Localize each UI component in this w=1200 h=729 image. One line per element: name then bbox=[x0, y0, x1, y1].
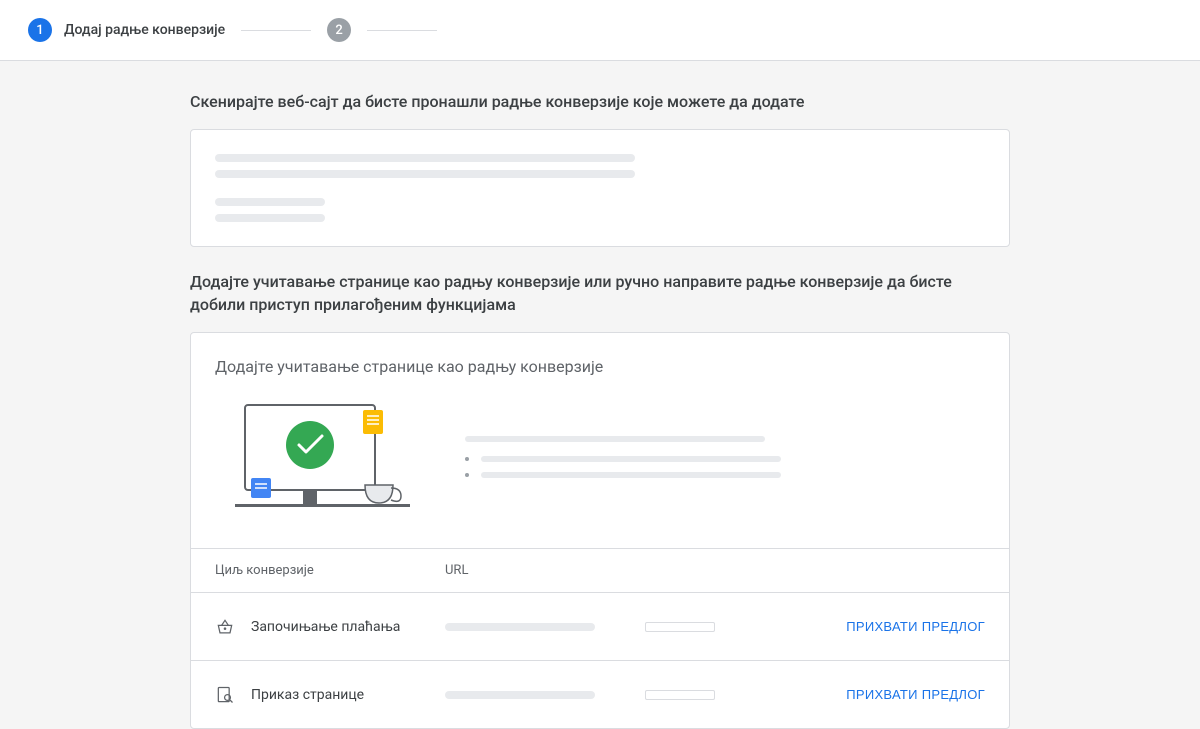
accept-suggestion-button[interactable]: ПРИХВАТИ ПРЕДЛОГ bbox=[846, 611, 985, 642]
table-header: Циљ конверзије URL bbox=[191, 548, 1009, 592]
placeholder-line bbox=[215, 170, 635, 178]
monitor-illustration bbox=[215, 400, 425, 524]
row-label: Приказ странице bbox=[251, 687, 364, 703]
url-placeholder bbox=[445, 691, 595, 699]
pill-placeholder bbox=[645, 622, 715, 632]
basket-icon bbox=[215, 617, 235, 637]
step-connector bbox=[367, 30, 437, 31]
step-1[interactable]: 1 Додај радње конверзије bbox=[28, 18, 225, 42]
table-row: Приказ странице ПРИХВАТИ ПРЕДЛОГ bbox=[191, 660, 1009, 728]
accept-suggestion-button[interactable]: ПРИХВАТИ ПРЕДЛОГ bbox=[846, 679, 985, 710]
bullets-placeholder bbox=[465, 436, 985, 488]
pageload-section-title: Додајте учитавање странице као радњу кон… bbox=[190, 271, 1010, 316]
pageload-card: Додајте учитавање странице као радњу кон… bbox=[190, 332, 1010, 729]
step-1-label: Додај радње конверзије bbox=[64, 22, 225, 38]
url-placeholder bbox=[445, 623, 595, 631]
placeholder-line bbox=[215, 214, 325, 222]
step-connector bbox=[241, 30, 311, 31]
header-goal: Циљ конверзије bbox=[215, 563, 445, 578]
step-2[interactable]: 2 bbox=[327, 18, 351, 42]
page-search-icon bbox=[215, 685, 235, 705]
pageload-card-title: Додајте учитавање странице као радњу кон… bbox=[191, 333, 1009, 400]
scan-card bbox=[190, 129, 1010, 247]
stepper: 1 Додај радње конверзије 2 bbox=[0, 0, 1200, 61]
step-2-number: 2 bbox=[327, 18, 351, 42]
step-1-number: 1 bbox=[28, 18, 52, 42]
row-label: Започињање плаћања bbox=[251, 619, 400, 635]
pill-placeholder bbox=[645, 690, 715, 700]
header-url: URL bbox=[445, 563, 645, 578]
table-row: Започињање плаћања ПРИХВАТИ ПРЕДЛОГ bbox=[191, 592, 1009, 660]
scan-section-title: Скенирајте веб-сајт да бисте пронашли ра… bbox=[190, 91, 1010, 113]
placeholder-line bbox=[215, 154, 635, 162]
placeholder-line bbox=[215, 198, 325, 206]
